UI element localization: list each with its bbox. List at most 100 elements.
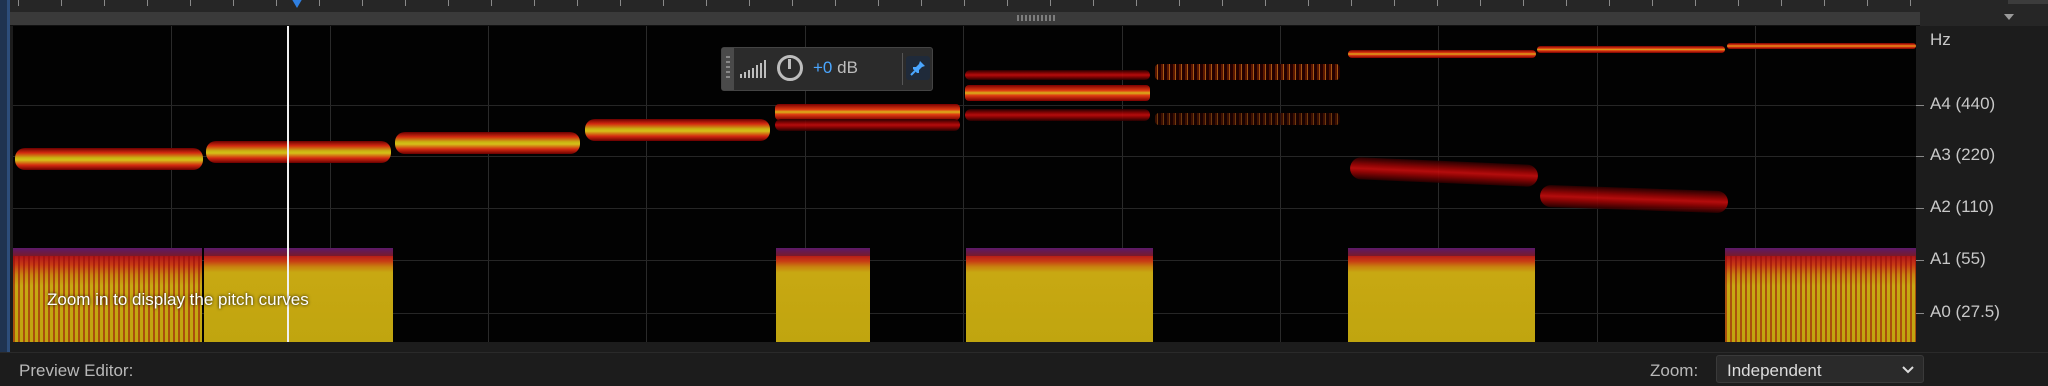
ruler-tick — [1652, 0, 1653, 6]
ruler-tick — [1437, 0, 1438, 6]
ruler-tick — [405, 0, 406, 6]
pitch-note — [1537, 46, 1725, 53]
preview-editor-bar: Preview Editor: Zoom: Independent — [0, 352, 2048, 386]
gain-hud[interactable]: +0 dB — [721, 47, 933, 91]
ruler-tick — [534, 0, 535, 6]
frequency-axis: Hz A4 (440) A3 (220) A2 (110) A1 (55) A0… — [1916, 26, 2048, 342]
ruler-tick — [1566, 0, 1567, 6]
volume-meter-icon — [740, 60, 768, 78]
pitch-curves-message: Zoom in to display the pitch curves — [47, 290, 309, 309]
ruler-tick — [1308, 0, 1309, 6]
axis-tick — [1916, 208, 1924, 209]
ruler-tick — [1093, 0, 1094, 6]
ruler-tick — [964, 0, 965, 6]
gain-number[interactable]: +0 — [813, 58, 832, 77]
pitch-note-noise — [1155, 113, 1340, 125]
pitch-note — [585, 119, 770, 141]
axis-label-a3: A3 (220) — [1930, 145, 1996, 164]
axis-tick — [1916, 260, 1924, 261]
scrollbar-grip[interactable] — [1017, 15, 1057, 21]
axis-label-a1: A1 (55) — [1930, 249, 1986, 268]
pitch-note — [1727, 43, 1916, 49]
ruler-tick — [749, 0, 750, 6]
pin-button[interactable] — [906, 56, 930, 80]
ruler-tick — [1136, 0, 1137, 6]
ruler-tick — [233, 0, 234, 6]
zoom-dropdown[interactable]: Independent — [1716, 355, 1924, 383]
ruler-tick — [577, 0, 578, 6]
pitch-note — [1348, 50, 1536, 58]
ruler-tick — [878, 0, 879, 6]
ruler-tick — [104, 0, 105, 6]
ruler-tick — [491, 0, 492, 6]
ruler-tick — [1910, 0, 1911, 6]
pitch-note — [15, 148, 203, 170]
ruler-tick — [1007, 0, 1008, 6]
ruler-tick — [706, 0, 707, 6]
ruler-tick — [319, 0, 320, 6]
horizontal-scrollbar[interactable] — [10, 12, 1920, 26]
ruler-tick — [61, 0, 62, 6]
pitch-note-harmonic — [775, 119, 960, 131]
pin-icon — [910, 61, 925, 76]
gain-knob-icon[interactable] — [777, 55, 803, 81]
pitch-note — [965, 85, 1150, 101]
ruler-tick — [1824, 0, 1825, 6]
pitch-note-noise — [1155, 64, 1340, 80]
ruler-tick — [1394, 0, 1395, 6]
pitch-note-harmonic — [1349, 156, 1539, 188]
panel-corner — [1920, 0, 2048, 26]
corner-button[interactable] — [2008, 0, 2048, 4]
axis-tick — [1916, 156, 1924, 157]
ruler-tick — [1480, 0, 1481, 6]
ruler-tick — [1222, 0, 1223, 6]
pitch-note — [395, 132, 580, 154]
grid-line — [1597, 26, 1598, 342]
ruler-tick — [921, 0, 922, 6]
axis-label-a2: A2 (110) — [1930, 197, 1994, 216]
ruler-tick — [663, 0, 664, 6]
axis-unit-label: Hz — [1930, 30, 1951, 49]
ruler-tick — [362, 0, 363, 6]
spectral-block — [1348, 248, 1535, 342]
ruler-tick — [1265, 0, 1266, 6]
spectral-block — [776, 248, 870, 342]
axis-tick — [1916, 105, 1924, 106]
ruler-tick — [1179, 0, 1180, 6]
ruler-tick — [1867, 0, 1868, 6]
ruler-tick — [1738, 0, 1739, 6]
gain-value[interactable]: +0 dB — [813, 58, 858, 78]
axis-tick — [1916, 313, 1924, 314]
ruler-tick — [1695, 0, 1696, 6]
playhead-marker-icon[interactable] — [290, 0, 304, 8]
pitch-note — [206, 141, 391, 163]
chevron-down-icon — [1902, 366, 1914, 374]
timeline-ruler[interactable] — [10, 0, 1920, 12]
spectral-block — [1725, 248, 1916, 342]
ruler-tick — [448, 0, 449, 6]
ruler-tick — [1781, 0, 1782, 6]
ruler-tick — [792, 0, 793, 6]
ruler-tick — [1351, 0, 1352, 6]
ruler-tick — [1523, 0, 1524, 6]
hud-divider — [902, 53, 903, 85]
pitch-note — [775, 104, 960, 120]
axis-label-a4: A4 (440) — [1930, 94, 1996, 113]
ruler-tick — [1609, 0, 1610, 6]
zoom-label: Zoom: — [1650, 361, 1699, 380]
grid-line — [488, 26, 489, 342]
panel-menu-chevron-icon[interactable] — [2004, 14, 2014, 20]
ruler-tick — [620, 0, 621, 6]
grid-line — [646, 26, 647, 342]
pitch-note-harmonic — [965, 109, 1150, 121]
ruler-tick — [1050, 0, 1051, 6]
hud-drag-handle[interactable] — [722, 48, 734, 90]
panel-left-edge — [0, 0, 10, 385]
grid-line — [13, 105, 1916, 106]
ruler-tick — [276, 0, 277, 6]
spectral-block — [966, 248, 1153, 342]
ruler-tick — [190, 0, 191, 6]
gain-unit: dB — [832, 58, 858, 77]
pitch-note-harmonic — [965, 70, 1150, 80]
zoom-dropdown-value: Independent — [1727, 361, 1822, 380]
